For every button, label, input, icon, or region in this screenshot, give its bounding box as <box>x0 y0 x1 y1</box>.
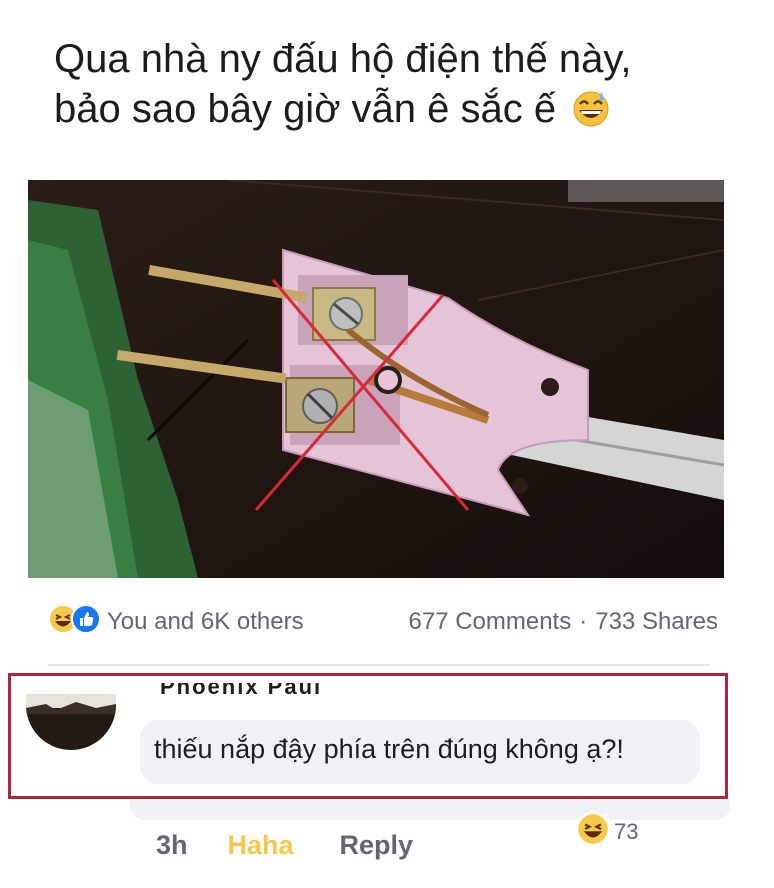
post-stats: 677 Comments · 733 Shares <box>408 608 718 636</box>
plug-photo <box>28 180 724 578</box>
caption-line-2: bảo sao bây giờ vẫn ê sắc ế <box>54 84 754 140</box>
comment-actions: 3h Haha Reply <box>156 830 413 861</box>
comment-time[interactable]: 3h <box>156 830 188 861</box>
reactions-summary[interactable]: You and 6K others <box>107 608 304 636</box>
like-icon <box>71 603 101 641</box>
divider <box>48 664 710 666</box>
reply-button[interactable]: Reply <box>340 830 414 861</box>
meme-caption: Qua nhà ny đấu hộ điện thế này, bảo sao … <box>54 34 754 140</box>
reaction-count-value: 73 <box>614 819 639 844</box>
haha-button[interactable]: Haha <box>228 830 294 861</box>
caption-line-1: Qua nhà ny đấu hộ điện thế này, <box>54 37 632 81</box>
comment-bubble-shadow <box>130 800 730 820</box>
page: Qua nhà ny đấu hộ điện thế này, bảo sao … <box>0 0 774 888</box>
shares-count[interactable]: 733 Shares <box>595 608 718 636</box>
post-reactions-bar: You and 6K others 677 Comments · 733 Sha… <box>48 603 718 641</box>
haha-icon <box>576 812 610 852</box>
grinning-sweat-emoji-icon <box>571 88 611 140</box>
reaction-icons[interactable] <box>48 603 101 641</box>
comment-reaction-count[interactable]: 73 <box>576 812 638 852</box>
stats-separator: · <box>579 608 588 635</box>
highlight-frame <box>8 673 728 799</box>
comments-count[interactable]: 677 Comments <box>408 608 571 636</box>
caption-line-2-text: bảo sao bây giờ vẫn ê sắc ế <box>54 87 557 131</box>
